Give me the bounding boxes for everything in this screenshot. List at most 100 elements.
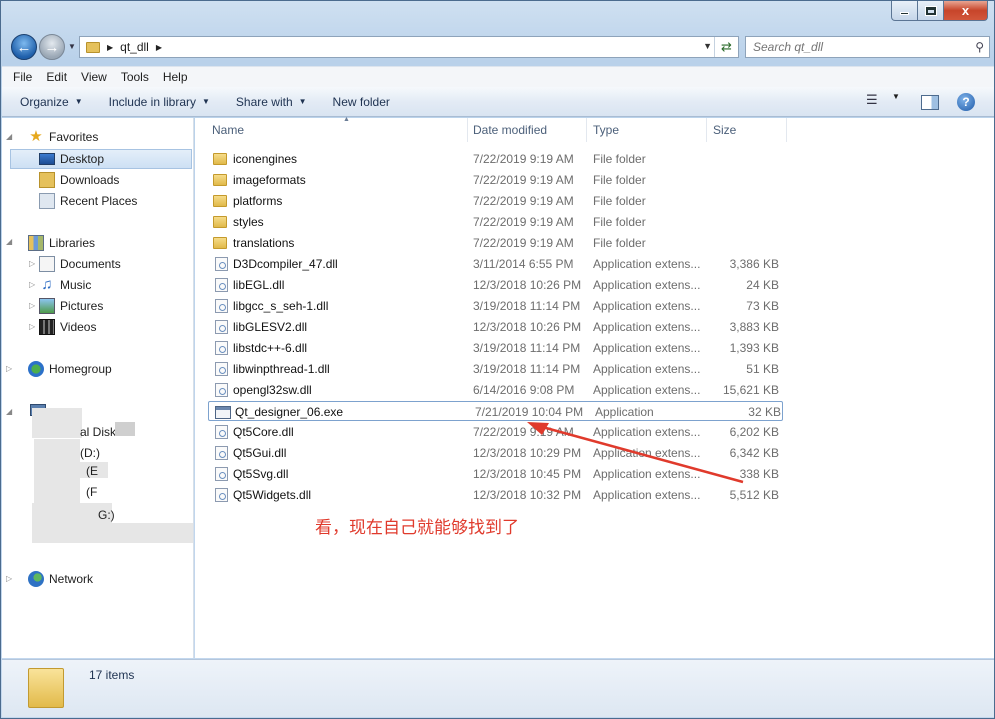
file-type: File folder — [593, 194, 646, 208]
refresh-button[interactable]: ⇄ — [714, 37, 738, 57]
nav-desktop[interactable]: Desktop — [10, 149, 192, 169]
nav-drive-e-label: (E — [86, 464, 98, 478]
file-row[interactable]: iconengines 7/22/2019 9:19 AM File folder — [207, 149, 781, 169]
nav-libraries-label: Libraries — [49, 236, 96, 250]
address-bar[interactable]: ▶ qt_dll ▶ ▼ ⇄ — [79, 36, 739, 58]
collapse-arrow-icon[interactable]: ◢ — [6, 407, 12, 416]
file-row[interactable]: libstdc++-6.dll 3/19/2018 11:14 PM Applica… — [207, 338, 781, 358]
include-in-library-button[interactable]: Include in library ▼ — [109, 95, 210, 109]
file-type: Application extens... — [593, 362, 701, 376]
help-icon[interactable]: ? — [957, 93, 975, 111]
nav-documents-label: Documents — [60, 257, 121, 271]
column-header-size[interactable]: Size — [707, 118, 787, 142]
nav-recent-places[interactable]: Recent Places — [39, 191, 137, 211]
menu-edit[interactable]: Edit — [39, 70, 74, 84]
file-row[interactable]: platforms 7/22/2019 9:19 AM File folder — [207, 191, 781, 211]
file-row[interactable]: libEGL.dll 12/3/2018 10:26 PM Application … — [207, 275, 781, 295]
organize-button[interactable]: Organize ▼ — [20, 95, 83, 109]
file-type: Application extens... — [593, 383, 701, 397]
back-button[interactable]: ← — [11, 34, 37, 60]
nav-homegroup[interactable]: Homegroup — [28, 359, 112, 379]
nav-drive-e[interactable]: (E — [86, 461, 98, 481]
nav-local-disk[interactable]: al Disk — [80, 422, 116, 442]
folder-icon — [213, 237, 227, 249]
file-type: Application extens... — [593, 299, 701, 313]
expand-arrow-icon[interactable]: ▷ — [6, 574, 12, 583]
collapse-arrow-icon[interactable]: ◢ — [6, 132, 12, 141]
menu-tools[interactable]: Tools — [114, 70, 156, 84]
folder-icon — [28, 668, 64, 708]
file-size — [699, 233, 779, 253]
file-date-modified: 7/22/2019 9:19 AM — [473, 236, 574, 250]
documents-icon — [39, 256, 55, 272]
folder-icon — [213, 216, 227, 228]
search-icon[interactable]: ⚲ — [975, 40, 984, 54]
nav-pictures[interactable]: Pictures — [39, 296, 103, 316]
nav-network[interactable]: Network — [28, 569, 93, 589]
file-list: Name ▲ Date modified Type Size iconengin… — [195, 116, 994, 658]
expand-arrow-icon[interactable]: ▷ — [29, 301, 35, 310]
preview-pane-icon[interactable] — [921, 95, 939, 110]
status-bar: 17 items — [2, 659, 994, 717]
column-header-name[interactable]: Name ▲ — [206, 116, 468, 142]
file-row[interactable]: translations 7/22/2019 9:19 AM File folder — [207, 233, 781, 253]
collapse-arrow-icon[interactable]: ◢ — [6, 237, 12, 246]
new-folder-button[interactable]: New folder — [333, 95, 390, 109]
nav-drive-d[interactable]: (D:) — [80, 443, 100, 463]
breadcrumb-qt-dll[interactable]: qt_dll — [120, 40, 149, 54]
expand-arrow-icon[interactable]: ▷ — [29, 259, 35, 268]
nav-videos[interactable]: Videos — [39, 317, 96, 337]
address-history-dropdown[interactable]: ▼ — [703, 41, 712, 51]
file-type: Application extens... — [593, 278, 701, 292]
file-date-modified: 12/3/2018 10:26 PM — [473, 320, 582, 334]
menu-view[interactable]: View — [74, 70, 114, 84]
column-header-type[interactable]: Type — [587, 118, 707, 142]
expand-arrow-icon[interactable]: ▷ — [6, 364, 12, 373]
nav-music[interactable]: ♫ Music — [39, 275, 91, 295]
nav-drive-g[interactable]: G:) — [98, 505, 115, 525]
search-input[interactable] — [753, 40, 963, 54]
change-view-icon[interactable]: ☰ — [866, 92, 878, 108]
file-row[interactable]: imageformats 7/22/2019 9:19 AM File folder — [207, 170, 781, 190]
breadcrumb-chevron-icon[interactable]: ▶ — [107, 43, 113, 52]
minimize-button[interactable] — [891, 1, 918, 21]
item-count: 17 items — [89, 668, 135, 682]
search-box[interactable]: ⚲ — [745, 36, 990, 58]
dll-file-icon — [215, 341, 228, 355]
file-row[interactable]: libwinpthread-1.dll 3/19/2018 11:14 PM App… — [207, 359, 781, 379]
navigation-row: ← → ▼ ▶ qt_dll ▶ ▼ ⇄ ⚲ — [9, 33, 990, 61]
chevron-down-icon: ▼ — [74, 97, 83, 106]
file-row[interactable]: opengl32sw.dll 6/14/2016 9:08 PM Applicati… — [207, 380, 781, 400]
nav-downloads[interactable]: Downloads — [39, 170, 119, 190]
expand-arrow-icon[interactable]: ▷ — [29, 280, 35, 289]
annotation-arrow-head — [527, 422, 549, 435]
expand-arrow-icon[interactable]: ▷ — [29, 322, 35, 331]
close-button[interactable]: x — [944, 1, 988, 21]
nav-documents[interactable]: Documents — [39, 254, 121, 274]
share-with-button[interactable]: Share with ▼ — [236, 95, 307, 109]
column-header-date[interactable]: Date modified — [467, 118, 587, 142]
breadcrumb-chevron-icon[interactable]: ▶ — [156, 43, 162, 52]
view-options-dropdown[interactable]: ▼ — [892, 92, 900, 101]
file-row[interactable]: Qt5Widgets.dll 12/3/2018 10:32 PM Applicat… — [207, 485, 781, 505]
forward-button[interactable]: → — [39, 34, 65, 60]
file-type: File folder — [593, 236, 646, 250]
menu-help[interactable]: Help — [156, 70, 195, 84]
file-row[interactable]: styles 7/22/2019 9:19 AM File folder — [207, 212, 781, 232]
recent-pages-dropdown[interactable]: ▼ — [68, 42, 76, 51]
dll-file-icon — [215, 320, 228, 334]
folder-icon — [213, 195, 227, 207]
maximize-button[interactable] — [918, 1, 944, 21]
nav-favorites[interactable]: ★ Favorites — [28, 127, 98, 147]
file-row[interactable]: libGLESV2.dll 12/3/2018 10:26 PM Applicati… — [207, 317, 781, 337]
nav-libraries[interactable]: Libraries — [28, 233, 95, 253]
menu-file[interactable]: File — [6, 70, 39, 84]
nav-drive-f[interactable]: (F — [86, 482, 97, 502]
dll-file-icon — [215, 362, 228, 376]
recent-places-icon — [39, 193, 55, 209]
dll-file-icon — [215, 467, 228, 481]
redacted-region — [115, 422, 135, 436]
file-type: Application extens... — [593, 488, 701, 502]
file-row[interactable]: libgcc_s_seh-1.dll 3/19/2018 11:14 PM Appl… — [207, 296, 781, 316]
file-row[interactable]: D3Dcompiler_47.dll 3/11/2014 6:55 PM Appli… — [207, 254, 781, 274]
